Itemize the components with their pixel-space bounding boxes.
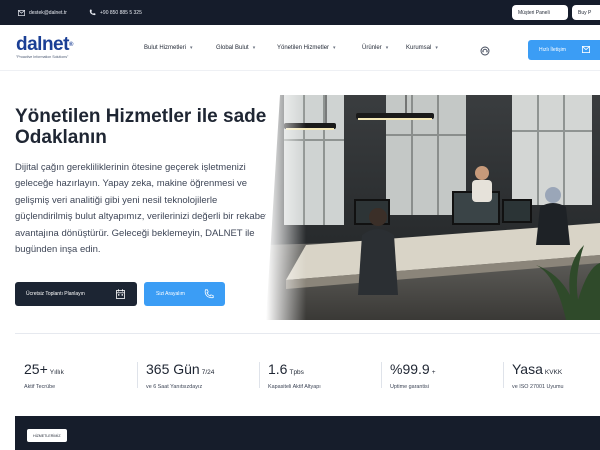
- stat-uptime: %99.9 + Uptime garantisi: [390, 361, 436, 390]
- stat-label: Kapasiteli Aktif Altyapı: [268, 384, 321, 390]
- nav-label: Global Bulut: [216, 45, 249, 51]
- stat-label: ve ISO 27001 Uyumu: [512, 384, 564, 390]
- topbar-email-text: destek@dalnet.tr: [29, 9, 67, 16]
- schedule-meeting-label: Ücretsiz Toplantı Planlayın: [26, 291, 85, 297]
- nav-label: Ürünler: [362, 45, 382, 51]
- section-divider: [15, 333, 600, 334]
- services-section: HİZMETLERİMİZ: [15, 416, 600, 450]
- stat-suffix: +: [431, 369, 436, 376]
- chevron-down-icon: ▾: [252, 45, 256, 51]
- stat-label: Aktif Tecrübe: [24, 384, 56, 390]
- phone-icon: [204, 289, 214, 299]
- nav-item-yonetilen-hizmetler[interactable]: Yönetilen Hizmetler ▾: [277, 25, 336, 71]
- stat-value: Yasa: [512, 361, 543, 377]
- phone-icon: [89, 9, 96, 16]
- main-header: dalnet® "Proactive Information Solutions…: [0, 25, 600, 71]
- stat-label: ve 6 Saat Yanıtsızdayız: [146, 384, 203, 390]
- stat-capacity: 1.6 Tpbs Kapasiteli Aktif Altyapı: [268, 361, 321, 390]
- quick-contact-label: Hızlı İletişim: [539, 47, 566, 53]
- stat-availability: 365 Gün 7/24 ve 6 Saat Yanıtsızdayız: [146, 361, 214, 390]
- calendar-icon: [116, 289, 125, 299]
- chevron-down-icon: ▾: [190, 45, 193, 51]
- mail-icon: [18, 9, 25, 16]
- stat-value: 25+: [24, 361, 48, 377]
- topbar-email[interactable]: destek@dalnet.tr: [18, 0, 67, 25]
- hero-description: Dijital çağın gerekliliklerinin ötesine …: [15, 162, 268, 256]
- stat-separator: [503, 362, 504, 388]
- stat-suffix: Yıllık: [49, 369, 64, 376]
- call-me-label: Sizi Arayalım: [156, 291, 185, 297]
- nav-item-global-bulut[interactable]: Global Bulut ▾: [216, 25, 255, 71]
- stat-label: Uptime garantisi: [390, 384, 429, 390]
- quick-contact-button[interactable]: Hızlı İletişim: [528, 40, 600, 60]
- chevron-down-icon: ▾: [435, 45, 438, 51]
- topbar-phone[interactable]: +90 850 885 5 325: [89, 0, 142, 25]
- nav-label: Kurumsal: [406, 45, 432, 51]
- stat-separator: [381, 362, 382, 388]
- nav-item-kurumsal[interactable]: Kurumsal ▾: [406, 25, 438, 71]
- customer-panel-button[interactable]: Müşteri Paneli: [512, 5, 568, 20]
- call-me-button[interactable]: Sizi Arayalım: [144, 282, 225, 306]
- logo-tagline: "Proactive Information Solutions": [16, 55, 69, 59]
- mail-icon: [582, 46, 590, 53]
- chevron-down-icon: ▾: [333, 45, 336, 51]
- nav-item-urunler[interactable]: Ürünler ▾: [362, 25, 388, 71]
- section-chip: HİZMETLERİMİZ: [27, 429, 67, 442]
- nav-label: Yönetilen Hizmetler: [277, 45, 330, 51]
- support-icon[interactable]: [480, 43, 490, 56]
- stat-separator: [259, 362, 260, 388]
- stat-suffix: KVKK: [544, 369, 563, 376]
- logo[interactable]: dalnet® "Proactive Information Solutions…: [16, 34, 73, 59]
- topbar-phone-text: +90 850 885 5 325: [100, 9, 142, 16]
- nav-label: Bulut Hizmetleri: [144, 45, 187, 51]
- stat-value: %99.9: [390, 361, 430, 377]
- nav-item-bulut-hizmetleri[interactable]: Bulut Hizmetleri ▾: [144, 25, 193, 71]
- stat-suffix: 7/24: [201, 369, 215, 376]
- chevron-down-icon: ▾: [385, 45, 389, 51]
- stat-separator: [137, 362, 138, 388]
- top-bar: destek@dalnet.tr +90 850 885 5 325 Müşte…: [0, 0, 600, 25]
- stat-suffix: Tpbs: [289, 369, 304, 376]
- stat-experience: 25+ Yıllık Aktif Tecrübe: [24, 361, 64, 390]
- schedule-meeting-button[interactable]: Ücretsiz Toplantı Planlayın: [15, 282, 137, 306]
- logo-wordmark: dalnet®: [16, 34, 73, 55]
- stat-compliance: Yasa KVKK ve ISO 27001 Uyumu: [512, 361, 564, 390]
- stat-value: 365 Gün: [146, 361, 200, 377]
- hero-office-image: [266, 95, 600, 320]
- buy-button[interactable]: Buy P: [572, 5, 600, 20]
- stat-value: 1.6: [268, 361, 288, 377]
